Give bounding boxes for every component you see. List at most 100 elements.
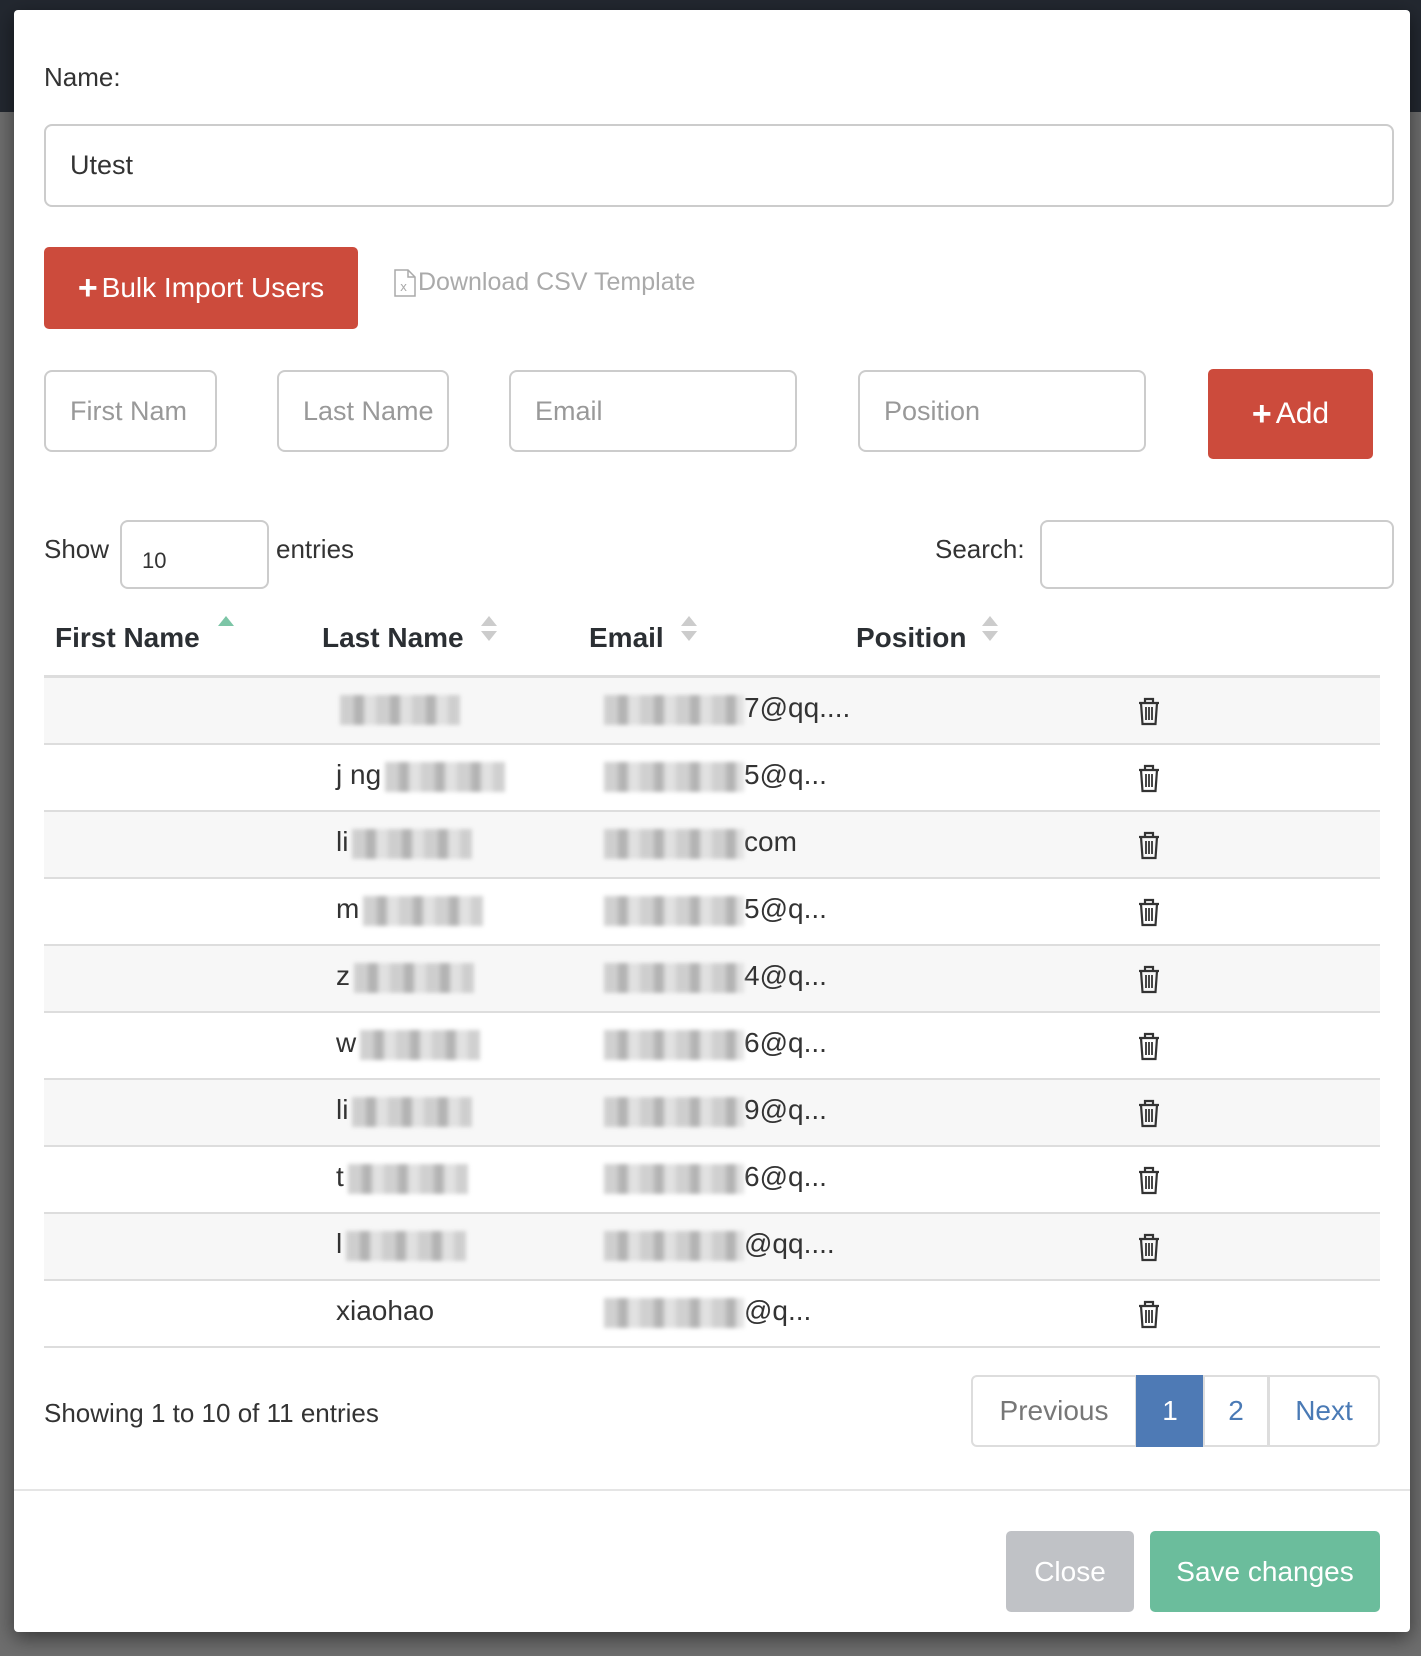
redacted-block (385, 761, 506, 792)
redacted-block (352, 828, 473, 859)
last-name-text: w (336, 1027, 357, 1058)
email-text: 9@q... (744, 1094, 827, 1125)
plus-icon: + (1251, 394, 1272, 433)
table-row: j ng 5@q... (44, 745, 1380, 812)
close-button[interactable]: Close (1006, 1531, 1134, 1612)
edit-group-modal: Name: Utest + Bulk Import Users x Downlo… (14, 10, 1410, 1632)
trash-icon[interactable] (1137, 1232, 1161, 1262)
trash-icon[interactable] (1137, 696, 1161, 726)
table-row: li com (44, 812, 1380, 879)
modal-footer-divider (14, 1489, 1410, 1491)
redacted-block (604, 761, 744, 792)
redacted-block (604, 1230, 744, 1261)
search-input[interactable] (1040, 520, 1394, 589)
redacted-block (604, 828, 744, 859)
last-name-text: li (336, 1094, 349, 1125)
redacted-block (604, 962, 744, 993)
cell-email: @q... (604, 1295, 811, 1328)
email-input[interactable]: Email (509, 370, 797, 452)
trash-icon[interactable] (1137, 830, 1161, 860)
add-label: Add (1275, 397, 1330, 430)
pagination-page-1[interactable]: 1 (1136, 1375, 1204, 1447)
last-name-placeholder: Last Name (303, 395, 434, 426)
cell-last-name: w (336, 1027, 481, 1060)
table-row: m 5@q... (44, 879, 1380, 946)
trash-icon[interactable] (1137, 1165, 1161, 1195)
table-row: 7@qq.... (44, 678, 1380, 745)
first-name-placeholder: First Nam (70, 395, 187, 426)
bulk-import-button[interactable]: + Bulk Import Users (44, 247, 358, 329)
redacted-block (604, 1096, 744, 1127)
download-template-label: Download CSV Template (418, 268, 696, 296)
svg-text:x: x (400, 280, 407, 294)
last-name-text: l (336, 1228, 343, 1259)
redacted-block (352, 1096, 473, 1127)
table-row: z 4@q... (44, 946, 1380, 1013)
cell-last-name: j ng (336, 759, 506, 792)
pagination-page-2[interactable]: 2 (1203, 1375, 1269, 1447)
email-text: 6@q... (744, 1161, 827, 1192)
redacted-block (604, 1297, 744, 1328)
cell-email: 5@q... (604, 759, 827, 792)
trash-icon[interactable] (1137, 1031, 1161, 1061)
last-name-text: z (336, 960, 350, 991)
redacted-block (340, 694, 460, 725)
last-name-input[interactable]: Last Name (277, 370, 449, 452)
email-text: 7@qq.... (744, 692, 851, 723)
pagination-next[interactable]: Next (1268, 1375, 1380, 1447)
last-name-text: li (336, 826, 349, 857)
entries-per-page-select[interactable]: 10 (120, 520, 269, 589)
trash-icon[interactable] (1137, 964, 1161, 994)
cell-email: @qq.... (604, 1228, 835, 1261)
cell-email: 5@q... (604, 893, 827, 926)
email-text: 4@q... (744, 960, 827, 991)
add-button[interactable]: + Add (1208, 369, 1373, 459)
last-name-text: j ng (336, 759, 382, 790)
name-label: Name: (44, 62, 121, 92)
cell-last-name: t (336, 1161, 468, 1194)
cell-email: 7@qq.... (604, 692, 850, 725)
redacted-block (604, 1163, 744, 1194)
cell-email: com (604, 826, 797, 859)
cell-email: 6@q... (604, 1027, 827, 1060)
trash-icon[interactable] (1137, 763, 1161, 793)
cell-last-name: xiaohao (336, 1295, 434, 1327)
cell-last-name: z (336, 960, 474, 993)
show-label: Show (44, 534, 110, 564)
first-name-input[interactable]: First Nam (44, 370, 217, 452)
trash-icon[interactable] (1137, 1098, 1161, 1128)
table-row: w 6@q... (44, 1013, 1380, 1080)
last-name-text: t (336, 1161, 344, 1192)
column-header-position[interactable]: Position (856, 622, 966, 654)
pagination-previous[interactable]: Previous (971, 1375, 1137, 1447)
position-input[interactable]: Position (858, 370, 1146, 452)
search-label: Search: (935, 534, 1025, 564)
last-name-text: m (336, 893, 360, 924)
email-text: 5@q... (744, 893, 827, 924)
download-csv-template-link[interactable]: x Download CSV Template (394, 268, 695, 297)
table-row: xiaohao @q... (44, 1281, 1380, 1348)
sort-both-icon (982, 616, 998, 641)
redacted-block (604, 1029, 744, 1060)
name-input[interactable]: Utest (44, 124, 1394, 207)
save-changes-button[interactable]: Save changes (1150, 1531, 1380, 1612)
trash-icon[interactable] (1137, 897, 1161, 927)
plus-icon: + (77, 268, 98, 307)
cell-last-name: l (336, 1228, 467, 1261)
email-text: @qq.... (744, 1228, 835, 1259)
cell-last-name: m (336, 893, 484, 926)
column-header-email[interactable]: Email (589, 622, 664, 654)
excel-file-icon: x (394, 268, 416, 297)
sort-both-icon (481, 616, 497, 641)
column-header-first-name[interactable]: First Name (55, 622, 200, 654)
table-row: li 9@q... (44, 1080, 1380, 1147)
redacted-block (346, 1230, 467, 1261)
redacted-block (360, 1029, 481, 1060)
email-text: com (744, 826, 797, 857)
redacted-block (354, 962, 474, 993)
email-text: 6@q... (744, 1027, 827, 1058)
column-header-last-name[interactable]: Last Name (322, 622, 464, 654)
table-row: t 6@q... (44, 1147, 1380, 1214)
table-row: l @qq.... (44, 1214, 1380, 1281)
trash-icon[interactable] (1137, 1299, 1161, 1329)
